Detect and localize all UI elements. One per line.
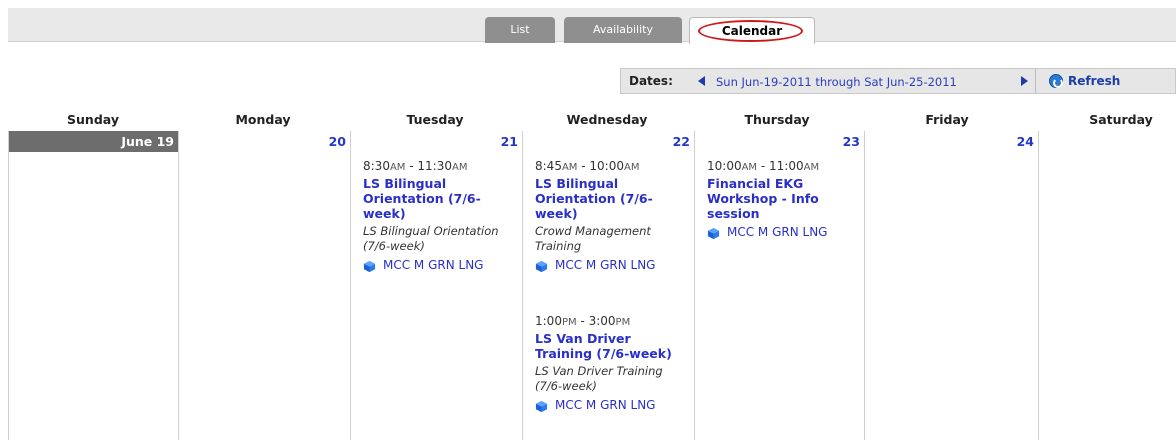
event-description: LS Van Driver Training (7/6-week) (535, 364, 663, 393)
day-header-wednesday: Wednesday (566, 112, 648, 127)
day-number-sunday[interactable]: June 19 (9, 131, 178, 152)
toolbar-divider (1035, 69, 1036, 93)
event-description: Crowd Management Training (535, 224, 651, 253)
day-number-monday[interactable]: 20 (329, 134, 346, 149)
dates-label: Dates: (629, 74, 673, 88)
tab-calendar-label: Calendar (721, 24, 783, 38)
day-header-sunday: Sunday (67, 112, 119, 127)
refresh-label: Refresh (1068, 74, 1121, 88)
event-item[interactable]: 8:30AM - 11:30AM LS Bilingual Orientatio… (363, 159, 508, 273)
location-cube-icon (535, 400, 548, 413)
day-number-wednesday[interactable]: 22 (673, 134, 690, 149)
tab-availability[interactable]: Availability (564, 17, 682, 43)
event-title-link[interactable]: LS Bilingual Orientation (7/6-week) (535, 176, 680, 221)
day-header-monday: Monday (235, 112, 291, 127)
dates-toolbar: Dates: Sun Jun-19-2011 through Sat Jun-2… (620, 68, 1176, 94)
date-range-link[interactable]: Sun Jun-19-2011 through Sat Jun-25-2011 (716, 75, 957, 89)
calendar-grid: June 19 20 21 8:30AM - 11:30AM LS Biling… (8, 131, 1176, 440)
tab-list[interactable]: List (485, 17, 555, 43)
prev-week-icon[interactable] (698, 76, 705, 86)
refresh-button[interactable]: Refresh (1041, 69, 1165, 93)
tab-calendar[interactable]: Calendar (689, 17, 815, 44)
event-item[interactable]: 8:45AM - 10:00AM LS Bilingual Orientatio… (535, 159, 680, 273)
location-cube-icon (535, 260, 548, 273)
location-cube-icon (363, 260, 376, 273)
event-location-link[interactable]: MCC M GRN LNG (535, 258, 680, 273)
location-cube-icon (707, 227, 720, 240)
day-header-friday: Friday (925, 112, 969, 127)
view-tabbar: List Availability Calendar (8, 8, 1176, 44)
day-cell-sunday[interactable]: June 19 (8, 131, 178, 440)
day-number-friday[interactable]: 24 (1017, 134, 1034, 149)
day-number-tuesday[interactable]: 21 (501, 134, 518, 149)
day-number-thursday[interactable]: 23 (843, 134, 860, 149)
event-location-link[interactable]: MCC M GRN LNG (535, 398, 680, 413)
event-item[interactable]: 1:00PM - 3:00PM LS Van Driver Training (… (535, 314, 680, 413)
event-title-link[interactable]: LS Bilingual Orientation (7/6-week) (363, 176, 508, 221)
day-cell-friday[interactable]: 24 (864, 131, 1038, 440)
day-cell-tuesday[interactable]: 21 8:30AM - 11:30AM LS Bilingual Orienta… (350, 131, 522, 440)
event-title-link[interactable]: LS Van Driver Training (7/6-week) (535, 331, 680, 361)
event-title-link[interactable]: Financial EKG Workshop - Info session (707, 176, 852, 221)
event-time: 1:00PM - 3:00PM (535, 314, 631, 328)
next-week-icon[interactable] (1021, 76, 1028, 86)
day-cell-thursday[interactable]: 23 10:00AM - 11:00AM Financial EKG Works… (694, 131, 864, 440)
event-time: 8:30AM - 11:30AM (363, 159, 468, 173)
day-header-thursday: Thursday (744, 112, 810, 127)
day-header-tuesday: Tuesday (406, 112, 464, 127)
refresh-icon (1049, 74, 1063, 88)
event-time: 8:45AM - 10:00AM (535, 159, 640, 173)
event-description: LS Bilingual Orientation (7/6-week) (363, 224, 499, 253)
event-item[interactable]: 10:00AM - 11:00AM Financial EKG Workshop… (707, 159, 852, 240)
day-cell-monday[interactable]: 20 (178, 131, 350, 440)
day-cell-wednesday[interactable]: 22 8:45AM - 10:00AM LS Bilingual Orienta… (522, 131, 694, 440)
event-location-link[interactable]: MCC M GRN LNG (707, 225, 852, 240)
event-time: 10:00AM - 11:00AM (707, 159, 820, 173)
day-cell-saturday[interactable] (1038, 131, 1176, 440)
day-header-saturday: Saturday (1089, 112, 1153, 127)
event-location-link[interactable]: MCC M GRN LNG (363, 258, 508, 273)
